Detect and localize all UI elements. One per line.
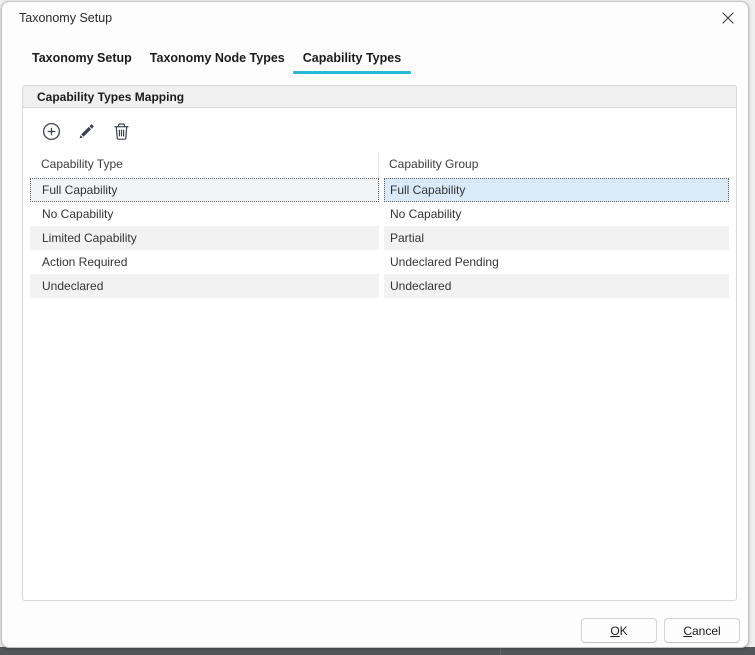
ok-button[interactable]: OK — [581, 618, 657, 643]
cell-capability-group[interactable]: Undeclared — [384, 274, 729, 298]
delete-button[interactable] — [110, 123, 132, 143]
close-button[interactable] — [717, 9, 739, 29]
capability-mapping-table: Capability Type Capability Group Full Ca… — [30, 152, 729, 298]
table-row[interactable]: Limited Capability Partial — [30, 226, 729, 250]
add-circle-icon — [42, 122, 61, 144]
edit-button[interactable] — [75, 123, 97, 143]
close-icon — [721, 11, 735, 28]
ok-button-label: OK — [610, 624, 627, 638]
background-window-strip — [0, 647, 755, 655]
table-row[interactable]: Undeclared Undeclared — [30, 274, 729, 298]
tab-taxonomy-setup[interactable]: Taxonomy Setup — [32, 51, 132, 74]
column-header-capability-group[interactable]: Capability Group — [384, 152, 729, 178]
cell-capability-type[interactable]: Undeclared — [30, 274, 379, 298]
add-button[interactable] — [40, 123, 62, 143]
cell-capability-group[interactable]: No Capability — [384, 202, 729, 226]
cell-capability-type[interactable]: Full Capability — [30, 178, 379, 202]
tab-capability-types[interactable]: Capability Types — [303, 51, 401, 74]
cell-capability-type[interactable]: Action Required — [30, 250, 379, 274]
trash-icon — [113, 122, 130, 144]
dialog-titlebar: Taxonomy Setup — [2, 2, 748, 36]
table-row[interactable]: Action Required Undeclared Pending — [30, 250, 729, 274]
cell-capability-type[interactable]: No Capability — [30, 202, 379, 226]
panel-title: Capability Types Mapping — [37, 90, 184, 104]
cell-capability-group[interactable]: Partial — [384, 226, 729, 250]
mapping-toolbar — [23, 108, 736, 152]
tab-bar: Taxonomy Setup Taxonomy Node Types Capab… — [32, 51, 401, 74]
cell-capability-group[interactable]: Undeclared Pending — [384, 250, 729, 274]
table-header-row: Capability Type Capability Group — [30, 152, 729, 178]
column-header-capability-type[interactable]: Capability Type — [30, 152, 379, 178]
cell-capability-group[interactable]: Full Capability — [384, 178, 729, 202]
cancel-button[interactable]: Cancel — [664, 618, 740, 643]
dialog-title: Taxonomy Setup — [19, 11, 112, 25]
cell-capability-type[interactable]: Limited Capability — [30, 226, 379, 250]
taxonomy-setup-dialog: Taxonomy Setup Taxonomy Setup Taxonomy N… — [1, 1, 749, 648]
panel-header: Capability Types Mapping — [23, 86, 736, 108]
pencil-icon — [77, 122, 96, 144]
capability-types-mapping-panel: Capability Types Mapping — [22, 85, 737, 601]
background-window-seam — [500, 647, 501, 655]
cancel-button-label: Cancel — [683, 624, 720, 638]
table-row[interactable]: Full Capability Full Capability — [30, 178, 729, 202]
table-row[interactable]: No Capability No Capability — [30, 202, 729, 226]
tab-taxonomy-node-types[interactable]: Taxonomy Node Types — [150, 51, 285, 74]
